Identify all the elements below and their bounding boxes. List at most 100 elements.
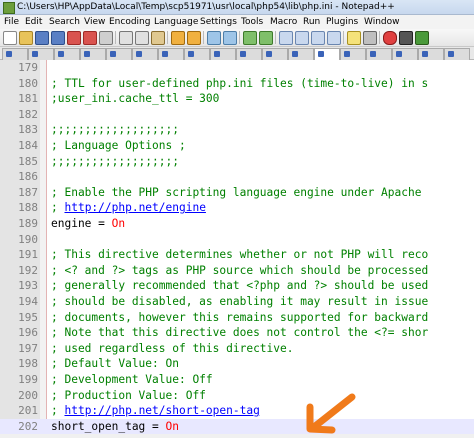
save-all-icon[interactable] [51,31,65,45]
document-tab[interactable] [210,48,236,60]
document-tab[interactable] [444,48,470,60]
code-line[interactable]: 187 ; Enable the PHP scripting language e… [0,185,474,201]
line-number: 190 [18,232,38,246]
line-number: 199 [18,373,38,386]
file-icon [214,51,220,57]
code-line[interactable]: 185;;;;;;;;;;;;;;;;;;; [0,154,474,170]
code-line[interactable]: 182 [0,107,474,123]
user-lang-icon[interactable] [347,31,361,45]
document-tab[interactable] [236,48,262,60]
doc-link[interactable]: http://php.net/short-open-tag [64,404,259,417]
cut-icon[interactable] [119,31,133,45]
code-token: ; [51,201,65,215]
document-tab[interactable] [340,48,366,60]
code-line[interactable]: 202 short_open_tag = On [0,418,474,435]
code-token: ; Note that this directive does not cont… [51,326,429,340]
code-line[interactable]: 190 [0,232,474,248]
setting-value: On [165,419,179,433]
wrap-icon[interactable] [295,31,309,45]
document-tab[interactable] [262,48,288,60]
zoom-out-icon[interactable] [259,31,273,45]
code-line[interactable]: 183;;;;;;;;;;;;;;;;;;; [0,122,474,138]
menu-language[interactable]: Language [154,15,198,29]
document-tab[interactable] [28,48,54,60]
indent-guide-icon[interactable] [327,31,341,45]
menu-macro[interactable]: Macro [270,15,297,29]
code-line[interactable]: 191 ; This directive determines whether o… [0,247,474,263]
code-text: ; TTL for user-defined php.ini files (ti… [51,76,428,92]
code-line[interactable]: 197 ; used regardless of this directive. [0,341,474,357]
line-number: 193 [18,279,38,293]
code-line[interactable]: 196 ; Note that this directive does not c… [0,325,474,341]
code-line[interactable]: 201; http://php.net/short-open-tag [0,403,474,419]
document-tab[interactable] [418,48,444,60]
find-icon[interactable] [207,31,221,45]
new-file-icon[interactable] [3,31,17,45]
document-tab[interactable] [132,48,158,60]
copy-icon[interactable] [135,31,149,45]
doc-link[interactable]: http://php.net/engine [64,201,205,214]
menu-window[interactable]: Window [364,15,400,29]
code-line[interactable]: 195 ; documents, however this remains sup… [0,310,474,326]
code-line[interactable]: 200 ; Production Value: Off [0,388,474,404]
code-line[interactable]: 181 ;user_ini.cache_ttl = 300 [0,91,474,107]
code-token: ; This directive determines whether or n… [51,248,429,262]
line-number: 196 [18,326,38,340]
file-icon [422,51,428,57]
code-line[interactable]: 193 ; generally recommended that <?php an… [0,278,474,294]
code-line[interactable]: 189 engine = On [0,216,474,232]
file-icon [188,51,194,57]
document-tab[interactable] [80,48,106,60]
paste-icon[interactable] [151,31,165,45]
open-file-icon[interactable] [19,31,33,45]
line-number: 185 [18,154,38,168]
toolbar-separator [203,31,204,44]
redo-icon[interactable] [187,31,201,45]
code-token: ; <? and ?> tags as PHP source which sho… [51,263,429,277]
document-tab-active[interactable] [314,48,340,60]
menu-edit[interactable]: Edit [25,15,42,29]
code-line[interactable]: 198 ; Default Value: On [0,356,474,372]
line-number: 194 [18,295,38,308]
document-tab[interactable] [54,48,80,60]
code-line[interactable]: 179 [0,60,474,76]
menu-encoding[interactable]: Encoding [109,15,150,29]
print-icon[interactable] [99,31,113,45]
document-tab[interactable] [288,48,314,60]
close-all-icon[interactable] [83,31,97,45]
code-editor[interactable]: 179 180 ; TTL for user-defined php.ini fil… [0,60,474,435]
doc-map-icon[interactable] [363,31,377,45]
menu-plugins[interactable]: Plugins [326,15,358,29]
menu-file[interactable]: File [4,15,19,29]
code-line[interactable]: 188; http://php.net/engine [0,200,474,216]
document-tab[interactable] [158,48,184,60]
menu-tools[interactable]: Tools [241,15,263,29]
stop-macro-icon[interactable] [399,31,413,45]
record-macro-icon[interactable] [383,31,397,45]
sync-scroll-icon[interactable] [279,31,293,45]
code-line[interactable]: 184 ; Language Options ; [0,138,474,154]
play-macro-icon[interactable] [415,31,429,45]
document-tab[interactable] [366,48,392,60]
document-tab[interactable] [184,48,210,60]
code-line[interactable]: 180 ; TTL for user-defined php.ini files … [0,76,474,92]
show-all-chars-icon[interactable] [311,31,325,45]
menu-view[interactable]: View [84,15,105,29]
code-line[interactable]: 199 ; Development Value: Off [0,372,474,388]
code-line[interactable]: 186 [0,169,474,185]
document-tab[interactable] [392,48,418,60]
menu-search[interactable]: Search [49,15,80,29]
close-icon[interactable] [67,31,81,45]
save-icon[interactable] [35,31,49,45]
file-icon [344,51,350,57]
line-number: 182 [18,107,38,121]
document-tab[interactable] [106,48,132,60]
code-line[interactable]: 194 ; should be disabled, as enabling it … [0,294,474,310]
undo-icon[interactable] [171,31,185,45]
replace-icon[interactable] [223,31,237,45]
document-tab[interactable] [2,48,28,60]
menu-run[interactable]: Run [303,15,320,29]
code-line[interactable]: 192 ; <? and ?> tags as PHP source which … [0,263,474,279]
menu-settings[interactable]: Settings [200,15,237,29]
zoom-in-icon[interactable] [243,31,257,45]
